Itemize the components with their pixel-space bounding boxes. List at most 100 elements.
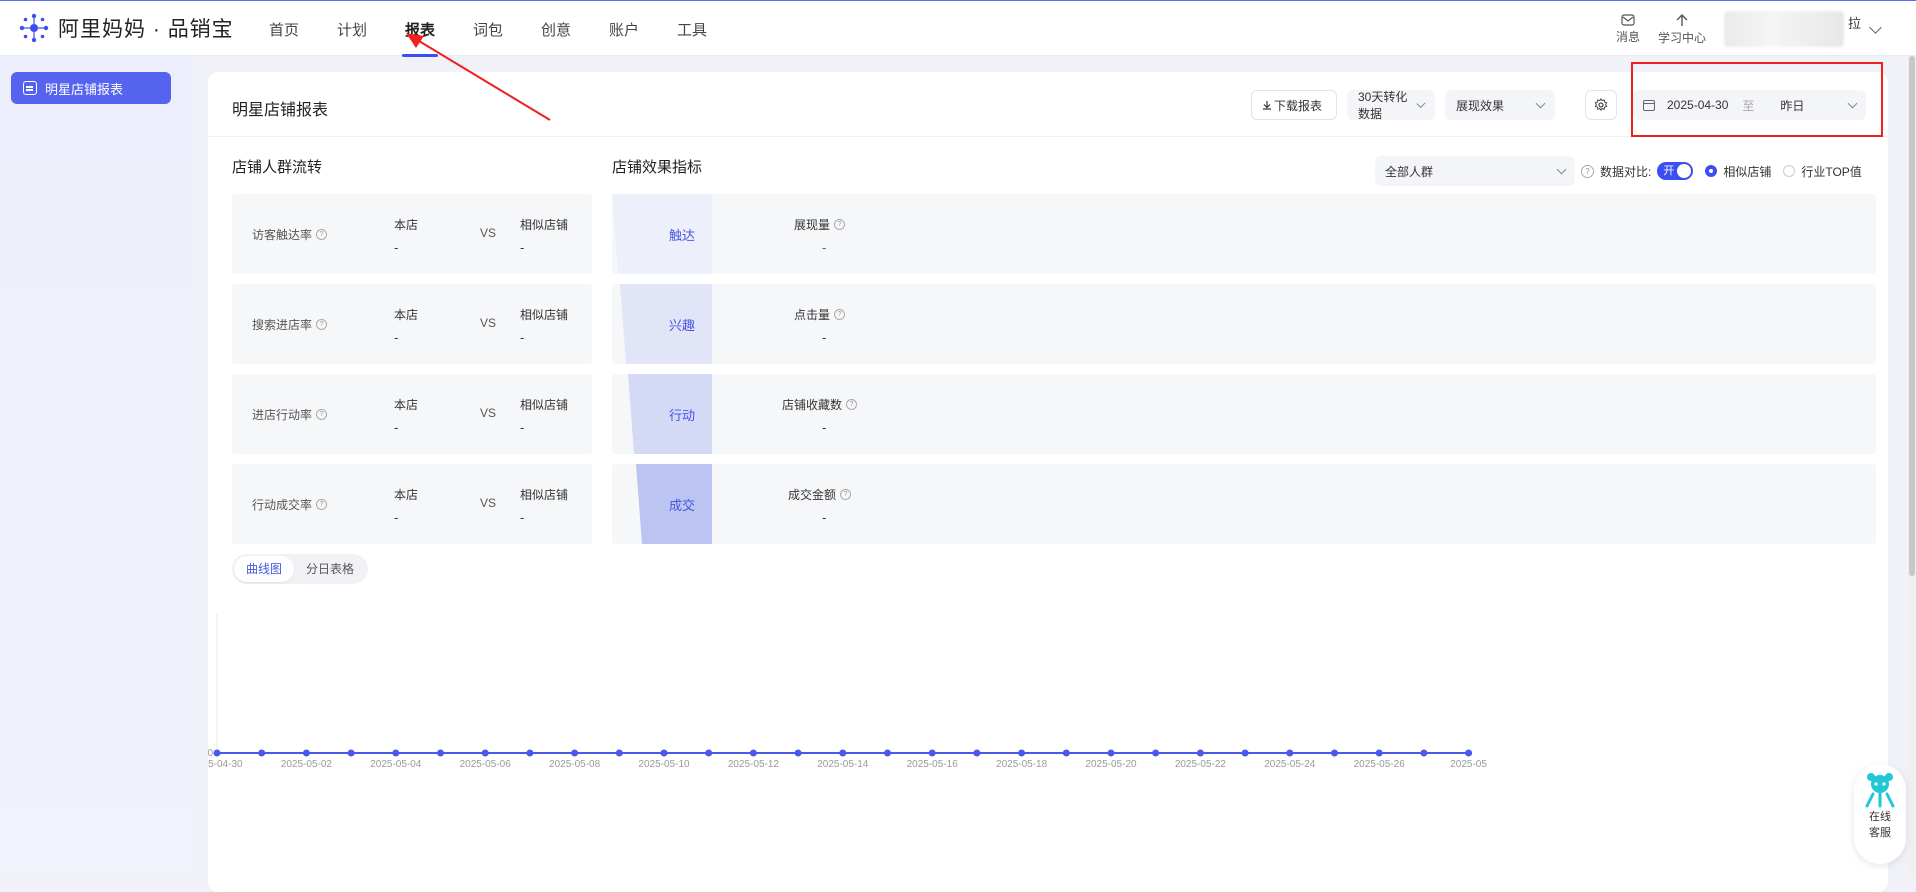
own-store-value: -	[394, 240, 399, 255]
messages-label: 消息	[1615, 29, 1640, 44]
data-point[interactable]	[1152, 749, 1160, 757]
compare-label: 数据对比:	[1600, 164, 1652, 179]
learning-center-button[interactable]: 学习中心	[1658, 13, 1706, 46]
tab-line-chart[interactable]: 曲线图	[234, 556, 295, 582]
help-icon[interactable]: ?	[1581, 164, 1594, 178]
page-scrollbar[interactable]	[1908, 56, 1916, 875]
similar-store-value: -	[520, 420, 525, 435]
data-point[interactable]	[437, 749, 444, 757]
x-tick-label: 2025-05-08	[549, 759, 601, 770]
download-report-button[interactable]: 下载报表	[1251, 90, 1337, 120]
mail-icon	[1621, 13, 1635, 26]
data-point[interactable]	[258, 749, 266, 757]
vs-label: VS	[480, 406, 497, 420]
data-point[interactable]	[1196, 749, 1204, 757]
x-tick-label: 2025-05-06	[460, 759, 512, 770]
download-report-label: 下载报表	[1274, 98, 1323, 113]
nav-home[interactable]: 首页	[250, 1, 318, 57]
data-point[interactable]	[1062, 749, 1070, 757]
user-menu[interactable]: 拉	[1723, 11, 1882, 47]
crowd-select-value: 全部人群	[1385, 164, 1434, 179]
stage-label-interest: 兴趣	[668, 317, 695, 333]
similar-store-header: 相似店铺	[520, 308, 569, 322]
nav-tools[interactable]: 工具	[658, 1, 726, 57]
data-point[interactable]	[1331, 749, 1338, 757]
view-switch: 曲线图 分日表格	[232, 554, 369, 584]
industry-top-radio[interactable]	[1783, 165, 1796, 177]
nav-plan[interactable]: 计划	[318, 1, 386, 57]
similar-store-header: 相似店铺	[520, 398, 569, 412]
compare-toggle[interactable]: 开	[1657, 162, 1694, 180]
date-start: 2025-04-30	[1667, 98, 1729, 112]
data-point[interactable]	[839, 749, 847, 757]
data-point[interactable]	[1107, 749, 1115, 757]
conversion-window-select[interactable]: 30天转化数据	[1347, 90, 1435, 121]
tab-daily-table[interactable]: 分日表格	[294, 556, 366, 582]
crowd-select[interactable]: 全部人群	[1375, 156, 1575, 186]
help-icon[interactable]: ?	[316, 499, 328, 510]
similar-store-radio[interactable]	[1705, 165, 1718, 177]
learning-center-label: 学习中心	[1657, 30, 1706, 45]
data-point[interactable]	[1420, 749, 1428, 757]
own-store-header: 本店	[394, 398, 419, 412]
help-icon[interactable]: ?	[834, 219, 846, 230]
data-point[interactable]	[973, 749, 981, 757]
data-point[interactable]	[392, 749, 400, 757]
divider	[208, 136, 1888, 137]
annotation-arrow	[406, 33, 551, 121]
similar-store-header: 相似店铺	[520, 218, 569, 232]
data-point[interactable]	[571, 749, 579, 757]
x-tick-label: 2025-05-22	[1175, 759, 1227, 770]
similar-store-value: -	[520, 330, 525, 345]
data-point[interactable]	[1375, 749, 1383, 757]
header-actions: 消息 学习中心 拉	[1616, 1, 1916, 57]
top-navigation-bar: 阿里妈妈 · 品销宝 首页 计划 报表 词包 创意 账户 工具 消息 学习中心 …	[0, 0, 1916, 57]
help-icon[interactable]: ?	[840, 489, 852, 500]
settings-button[interactable]	[1585, 90, 1617, 120]
data-point[interactable]	[302, 749, 310, 757]
effect-type-select[interactable]: 展现效果	[1445, 90, 1555, 120]
help-icon[interactable]: ?	[834, 309, 846, 320]
x-tick-label: 2025-05-14	[817, 759, 869, 770]
date-range-picker[interactable]: 2025-04-30 至 昨日	[1633, 90, 1866, 120]
data-point[interactable]	[749, 749, 757, 757]
data-point[interactable]	[347, 749, 355, 757]
help-icon[interactable]: ?	[316, 319, 328, 330]
scrollbar-thumb[interactable]	[1909, 56, 1915, 576]
data-point[interactable]	[213, 749, 221, 757]
download-icon	[1263, 101, 1271, 110]
data-point[interactable]	[884, 749, 891, 757]
sidebar: 明星店铺报表	[0, 56, 192, 875]
brand-logo[interactable]: 阿里妈妈 · 品销宝	[18, 11, 234, 45]
nav-account[interactable]: 账户	[590, 1, 658, 57]
x-tick-label: 2025-05-24	[1264, 759, 1316, 770]
messages-button[interactable]: 消息	[1615, 13, 1640, 45]
data-point[interactable]	[705, 749, 713, 757]
funnel-row: 行动成交率? 本店 - VS 相似店铺 -	[232, 464, 592, 544]
data-point[interactable]	[1241, 749, 1249, 757]
help-icon[interactable]: ?	[316, 229, 328, 240]
x-tick-label: 2025-05	[1450, 759, 1487, 770]
data-point[interactable]	[794, 749, 802, 757]
x-tick-label: 2025-05-12	[728, 759, 780, 770]
metric-name: 成交金额?	[788, 486, 852, 503]
online-service-button[interactable]: 在线 客服	[1854, 764, 1906, 864]
data-point[interactable]	[1018, 749, 1026, 757]
data-point[interactable]	[615, 749, 623, 757]
data-point[interactable]	[526, 749, 534, 757]
stage-label-deal: 成交	[668, 497, 695, 513]
metric-name: 点击量?	[794, 306, 846, 323]
stage-label-action: 行动	[668, 407, 695, 423]
data-point[interactable]	[1286, 749, 1294, 757]
help-icon[interactable]: ?	[846, 399, 858, 410]
help-icon[interactable]: ?	[316, 409, 328, 420]
sidebar-item-star-store-report[interactable]: 明星店铺报表	[11, 72, 171, 104]
funnel-row-label: 行动成交率?	[252, 496, 328, 513]
data-point[interactable]	[660, 749, 668, 757]
data-point[interactable]	[481, 749, 489, 757]
data-point[interactable]	[928, 749, 936, 757]
funnel-row-label: 搜索进店率?	[252, 316, 328, 333]
chevron-down-icon	[1556, 164, 1567, 175]
data-point[interactable]	[1465, 749, 1473, 757]
funnel-row: 进店行动率? 本店 - VS 相似店铺 -	[232, 374, 592, 454]
